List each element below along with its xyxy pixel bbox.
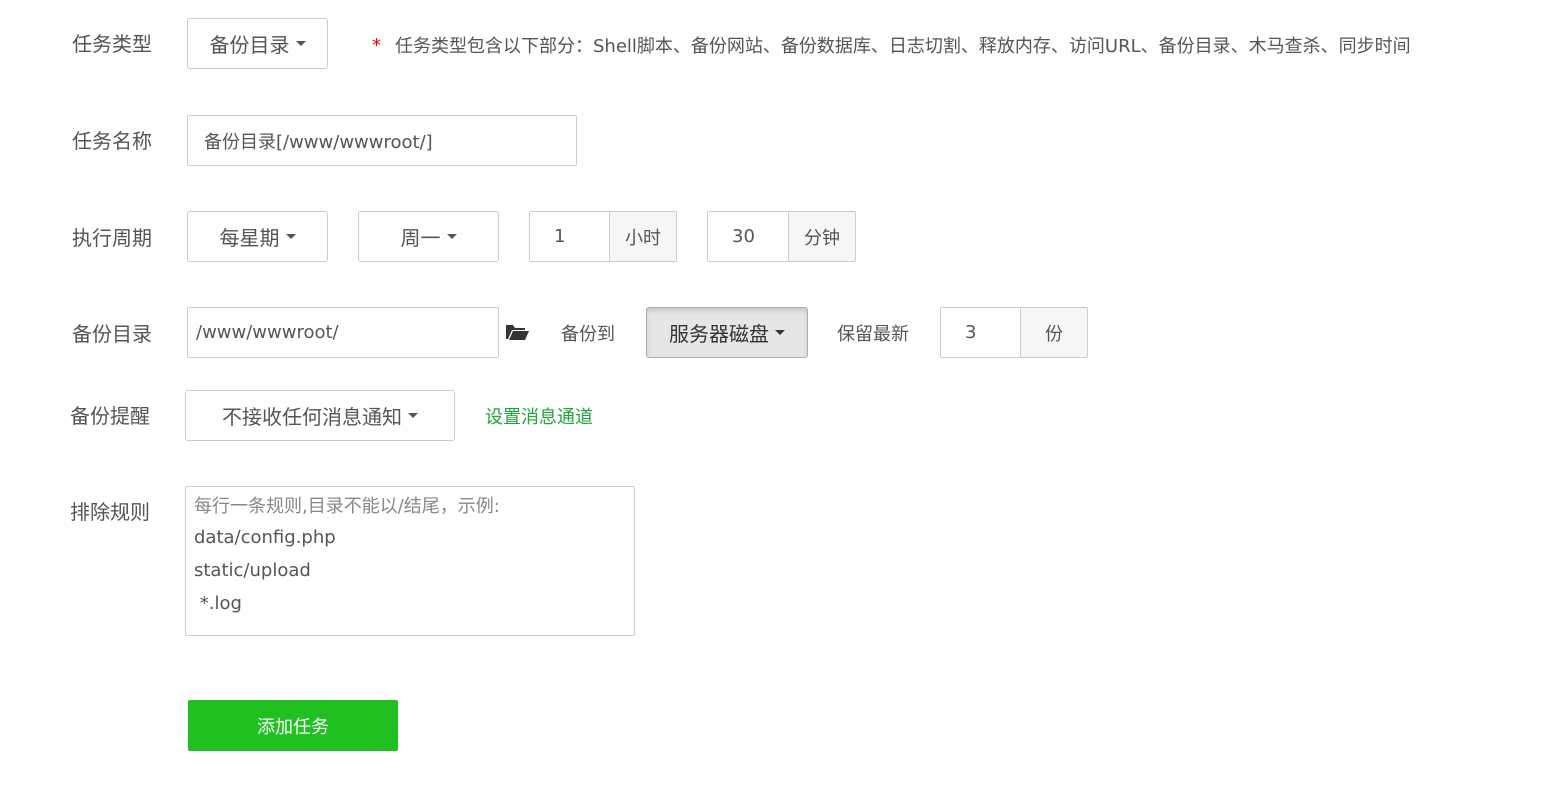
minute-unit: 分钟 bbox=[788, 212, 855, 261]
minute-input[interactable]: 30 bbox=[708, 212, 788, 261]
task-name-input[interactable]: 备份目录[/www/wwwroot/] bbox=[187, 115, 577, 166]
caret-down-icon bbox=[408, 413, 418, 418]
schedule-label: 执行周期 bbox=[72, 226, 152, 250]
exclude-rules-textarea[interactable]: 每行一条规则,目录不能以/结尾，示例: data/config.php stat… bbox=[185, 486, 635, 636]
destination-dropdown[interactable]: 服务器磁盘 bbox=[646, 307, 808, 358]
backup-dir-label: 备份目录 bbox=[72, 322, 152, 346]
weekday-dropdown[interactable]: 周一 bbox=[358, 211, 499, 262]
task-type-value: 备份目录 bbox=[209, 33, 290, 57]
exclude-rules-placeholder-line: 每行一条规则,目录不能以/结尾，示例: bbox=[194, 496, 500, 517]
minute-input-group: 30 分钟 bbox=[707, 211, 856, 262]
set-notification-channel-link[interactable]: 设置消息通道 bbox=[485, 403, 593, 429]
weekday-value: 周一 bbox=[400, 226, 441, 250]
exclude-rules-label: 排除规则 bbox=[70, 500, 150, 524]
destination-value: 服务器磁盘 bbox=[669, 322, 769, 346]
hour-input[interactable]: 1 bbox=[530, 212, 609, 261]
exclude-rules-example-line: data/config.php bbox=[194, 527, 336, 548]
period-dropdown[interactable]: 每星期 bbox=[187, 211, 328, 262]
task-type-dropdown[interactable]: 备份目录 bbox=[187, 18, 328, 69]
crontab-form: 任务类型 备份目录 * 任务类型包含以下部分：Shell脚本、备份网站、备份数据… bbox=[0, 0, 1555, 800]
caret-down-icon bbox=[446, 234, 457, 239]
task-name-label: 任务名称 bbox=[72, 129, 152, 153]
backup-dir-input[interactable]: /www/wwwroot/ bbox=[187, 307, 499, 358]
folder-open-icon[interactable] bbox=[505, 322, 529, 342]
exclude-rules-example-line: *.log bbox=[194, 593, 242, 614]
hour-unit: 小时 bbox=[609, 212, 676, 261]
backup-to-label: 备份到 bbox=[561, 324, 615, 345]
required-marker: * bbox=[372, 34, 381, 56]
exclude-rules-example-line: static/upload bbox=[194, 560, 311, 581]
caret-down-icon bbox=[775, 330, 785, 335]
period-value: 每星期 bbox=[219, 226, 280, 250]
keep-count-input[interactable]: 3 bbox=[941, 308, 1020, 357]
keep-count-group: 3 份 bbox=[940, 307, 1088, 358]
hour-input-group: 1 小时 bbox=[529, 211, 677, 262]
caret-down-icon bbox=[295, 41, 306, 46]
alert-value: 不接收任何消息通知 bbox=[222, 405, 402, 429]
add-task-button[interactable]: 添加任务 bbox=[188, 700, 398, 751]
task-type-hint-text: 任务类型包含以下部分：Shell脚本、备份网站、备份数据库、日志切割、释放内存、… bbox=[395, 36, 1411, 57]
caret-down-icon bbox=[285, 234, 296, 239]
keep-count-unit: 份 bbox=[1020, 308, 1087, 357]
task-type-label: 任务类型 bbox=[72, 32, 152, 56]
backup-alert-label: 备份提醒 bbox=[70, 404, 150, 428]
task-type-hint: * 任务类型包含以下部分：Shell脚本、备份网站、备份数据库、日志切割、释放内… bbox=[372, 31, 1411, 59]
keep-latest-label: 保留最新 bbox=[837, 324, 909, 345]
alert-dropdown[interactable]: 不接收任何消息通知 bbox=[185, 390, 455, 441]
